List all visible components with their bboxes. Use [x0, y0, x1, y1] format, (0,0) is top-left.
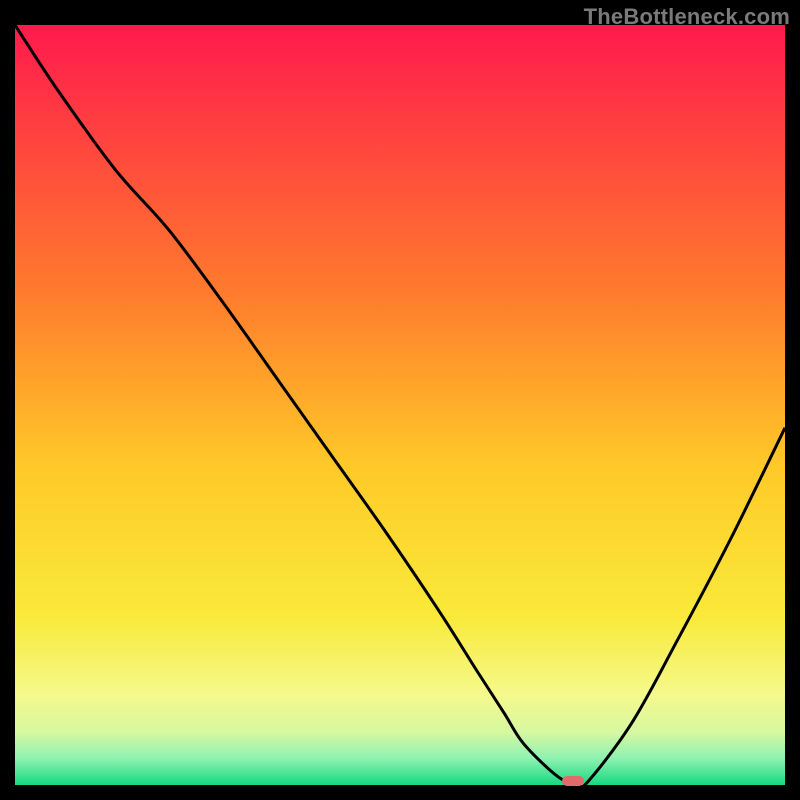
bottleneck-curve [15, 25, 785, 785]
chart-stage: TheBottleneck.com [0, 0, 800, 800]
plot-area [15, 25, 785, 785]
optimum-marker [562, 776, 584, 786]
